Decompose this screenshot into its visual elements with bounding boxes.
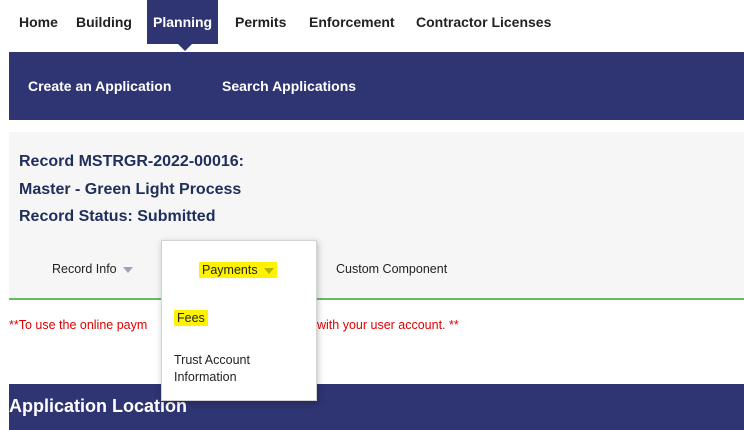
application-location-header: Application Location bbox=[9, 384, 744, 430]
payment-warning-text: **To use the online paym bbox=[9, 318, 148, 332]
payment-warning-text-continued: with your user account. ** bbox=[317, 318, 459, 332]
nav-permits[interactable]: Permits bbox=[235, 0, 286, 44]
menu-item-trust-account-information[interactable]: Trust Account Information bbox=[174, 352, 250, 386]
tab-record-info-label: Record Info bbox=[52, 262, 117, 276]
fees-label: Fees bbox=[174, 310, 208, 326]
top-navigation: Home Building Planning Permits Enforceme… bbox=[0, 0, 744, 51]
trust-account-label-line1: Trust Account bbox=[174, 353, 250, 367]
tab-payments[interactable]: Payments bbox=[162, 241, 316, 299]
sub-navigation: Create an Application Search Application… bbox=[9, 52, 744, 120]
nav-building[interactable]: Building bbox=[76, 0, 132, 44]
search-applications-link[interactable]: Search Applications bbox=[222, 52, 356, 120]
payments-dropdown: Payments Fees Trust Account Information bbox=[161, 240, 317, 401]
tab-record-info[interactable]: Record Info bbox=[52, 240, 133, 298]
menu-item-fees[interactable]: Fees bbox=[174, 310, 208, 326]
nav-home[interactable]: Home bbox=[19, 0, 58, 44]
tab-custom-component[interactable]: Custom Component bbox=[336, 240, 447, 298]
nav-planning[interactable]: Planning bbox=[147, 0, 219, 44]
record-tabs: Record Info Custom Component bbox=[9, 240, 744, 300]
chevron-down-icon bbox=[263, 267, 274, 274]
record-status: Record Status: Submitted bbox=[19, 208, 216, 225]
active-tab-pointer-icon bbox=[178, 44, 192, 51]
trust-account-label-line2: Information bbox=[174, 370, 237, 384]
tab-payments-label: Payments bbox=[202, 263, 258, 277]
record-number: Record MSTRGR-2022-00016: bbox=[19, 153, 244, 170]
record-type: Master - Green Light Process bbox=[19, 181, 242, 198]
nav-contractor-licenses[interactable]: Contractor Licenses bbox=[416, 0, 551, 44]
nav-enforcement[interactable]: Enforcement bbox=[309, 0, 395, 44]
chevron-down-icon bbox=[122, 266, 133, 273]
payments-highlight: Payments bbox=[199, 262, 277, 278]
create-application-link[interactable]: Create an Application bbox=[28, 52, 171, 120]
